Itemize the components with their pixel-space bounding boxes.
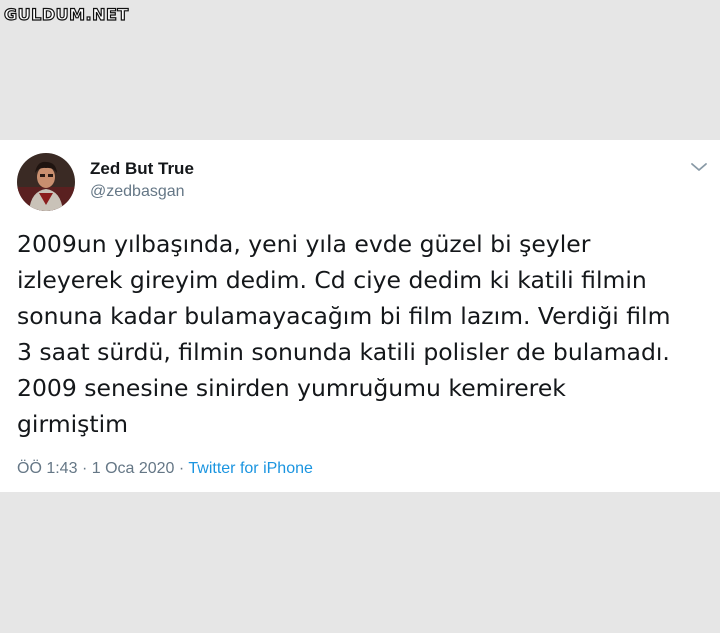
meta-separator: · (81, 460, 88, 477)
meta-separator: · (178, 460, 185, 477)
tweet-text: 2009un yılbaşında, yeni yıla evde güzel … (17, 230, 671, 438)
watermark-logo: GULDUM.NET (3, 4, 129, 24)
display-name[interactable]: Zed But True (90, 159, 194, 179)
tweet-card: Zed But True @zedbasgan 2009un yılbaşınd… (0, 140, 720, 492)
chevron-down-icon[interactable] (688, 158, 710, 176)
tweet-time[interactable]: ÖÖ 1:43 (17, 460, 77, 477)
tweet-meta: ÖÖ 1:43 · 1 Oca 2020 · Twitter for iPhon… (17, 460, 313, 478)
tweet-source-link[interactable]: Twitter for iPhone (188, 460, 313, 477)
tweet-date[interactable]: 1 Oca 2020 (92, 460, 175, 477)
user-handle[interactable]: @zedbasgan (90, 183, 185, 201)
avatar[interactable] (17, 153, 75, 211)
